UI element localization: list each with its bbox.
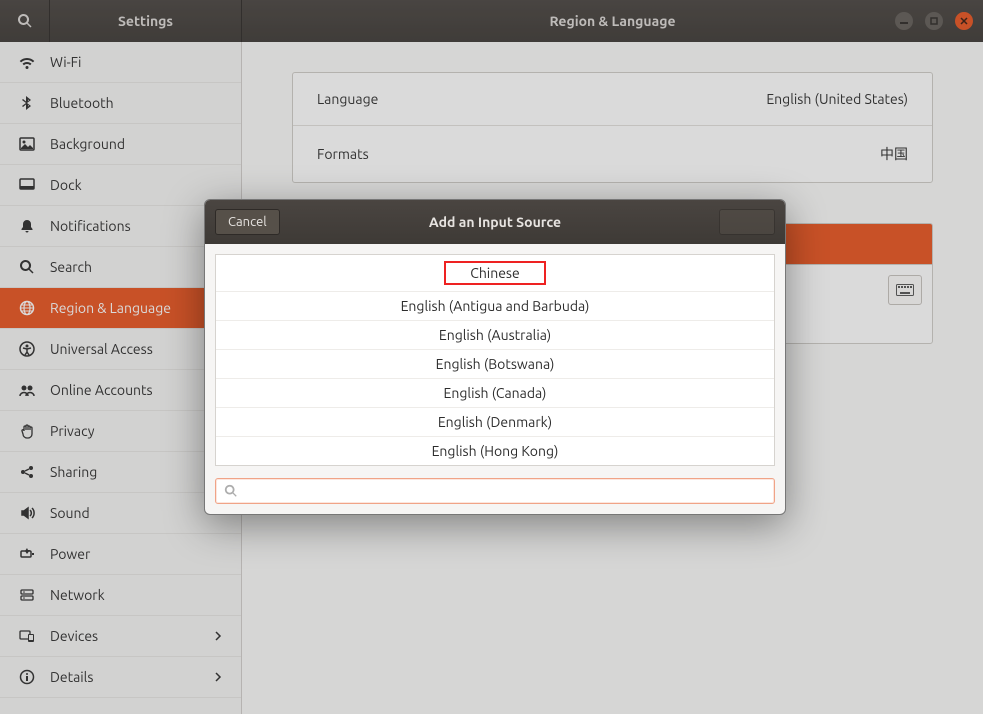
language-option-label: English (Hong Kong) <box>432 443 559 459</box>
dialog-title: Add an Input Source <box>429 214 561 230</box>
language-option[interactable]: English (Antigua and Barbuda) <box>216 292 774 321</box>
dialog-search-input[interactable] <box>244 483 766 499</box>
dialog-search-row[interactable] <box>215 478 775 504</box>
language-option[interactable]: English (Australia) <box>216 321 774 350</box>
add-button[interactable] <box>719 209 775 235</box>
language-option[interactable]: English (Denmark) <box>216 408 774 437</box>
language-option-label: Chinese <box>444 261 546 285</box>
dialog-body: Chinese English (Antigua and Barbuda) Engl… <box>205 244 785 514</box>
language-option-label: English (Canada) <box>444 385 547 401</box>
cancel-button[interactable]: Cancel <box>215 209 280 235</box>
language-option[interactable]: English (Botswana) <box>216 350 774 379</box>
language-option-label: English (Botswana) <box>436 356 555 372</box>
language-option[interactable]: Chinese <box>216 255 774 292</box>
language-option-label: English (Australia) <box>439 327 551 343</box>
language-option-label: English (Antigua and Barbuda) <box>401 298 590 314</box>
language-option[interactable]: English (Hong Kong) <box>216 437 774 465</box>
language-list[interactable]: Chinese English (Antigua and Barbuda) Engl… <box>215 254 775 466</box>
search-icon <box>224 484 238 498</box>
language-option[interactable]: English (Canada) <box>216 379 774 408</box>
language-option-label: English (Denmark) <box>438 414 552 430</box>
add-input-source-dialog: Cancel Add an Input Source Chinese Englis… <box>204 199 786 515</box>
dialog-header: Cancel Add an Input Source <box>205 200 785 244</box>
